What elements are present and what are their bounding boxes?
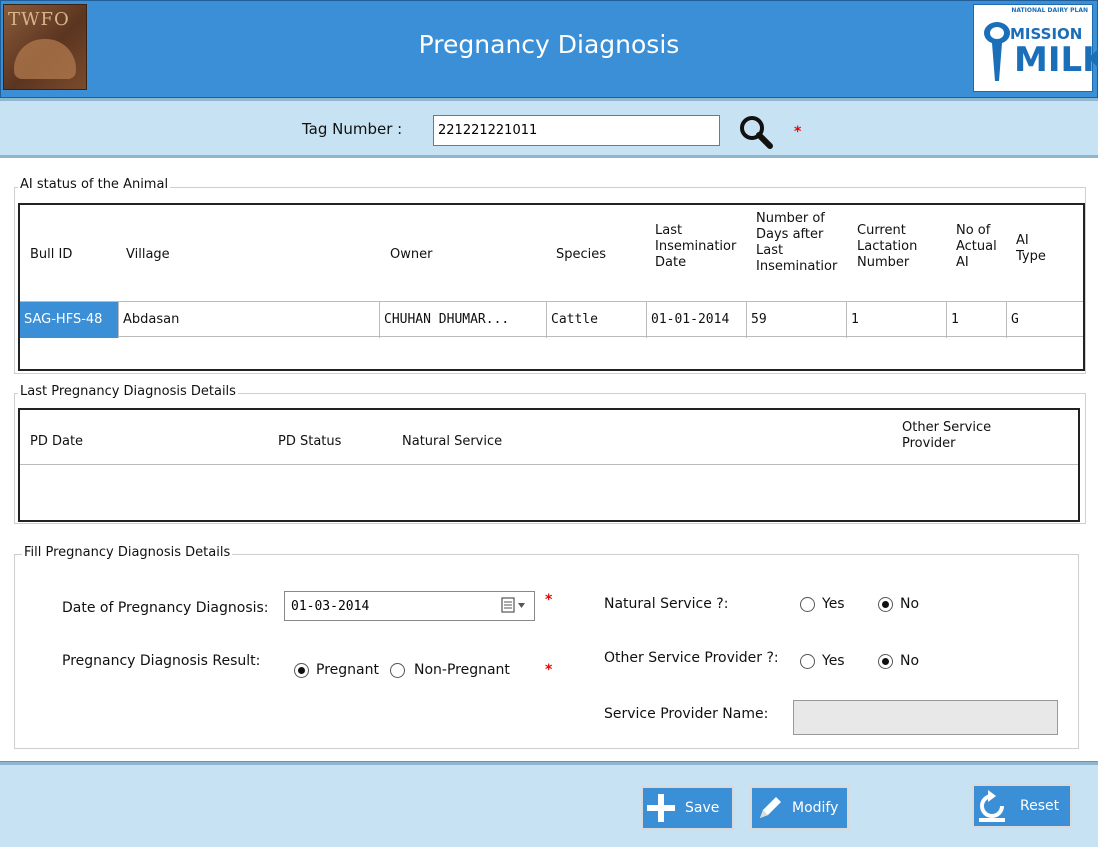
other-provider-label: Other Service Provider ?:: [604, 650, 779, 666]
header-line: Bull ID: [30, 247, 73, 262]
footer-bar: [0, 765, 1098, 847]
tag-number-input[interactable]: [433, 115, 720, 146]
pd-result-label: Pregnancy Diagnosis Result:: [62, 653, 261, 669]
header-line: Actual: [956, 239, 997, 254]
col-header-species[interactable]: Species: [556, 247, 606, 263]
header-line: Other Service: [902, 420, 992, 435]
grid-divider: [20, 464, 1078, 465]
last-pd-grid: PD Date PD Status Natural Service Other …: [18, 408, 1080, 522]
pd-date-label: Date of Pregnancy Diagnosis:: [62, 600, 269, 616]
last-pd-legend: Last Pregnancy Diagnosis Details: [18, 384, 238, 399]
milk-drop-icon: [984, 22, 1010, 81]
radio-non-pregnant[interactable]: [390, 663, 405, 678]
col-header-ai-type[interactable]: AI Type: [1016, 233, 1046, 265]
header-line: Inseminatior: [756, 259, 838, 274]
header-line: Current: [857, 223, 906, 238]
col-header-days-after[interactable]: Number of Days after Last Inseminatior: [756, 211, 837, 275]
radio-other-no[interactable]: [878, 654, 893, 669]
plus-icon: [643, 788, 679, 828]
header-line: No of: [956, 223, 991, 238]
col-header-village[interactable]: Village: [126, 247, 170, 263]
radio-pregnant[interactable]: [294, 663, 309, 678]
radio-natural-no[interactable]: [878, 597, 893, 612]
cell-lactation[interactable]: 1: [847, 302, 947, 338]
header-line: Number of: [756, 211, 825, 226]
col-header-pd-date[interactable]: PD Date: [30, 434, 83, 450]
col-header-bull-id[interactable]: Bull ID: [30, 247, 72, 263]
sp-name-input[interactable]: [793, 700, 1058, 735]
col-header-lactation[interactable]: Current Lactation Number: [857, 223, 917, 271]
cell-insemination-date[interactable]: 01-01-2014: [647, 302, 747, 338]
fill-pd-legend: Fill Pregnancy Diagnosis Details: [22, 545, 233, 560]
logo-tagline: NATIONAL DAIRY PLAN: [1011, 7, 1088, 14]
col-header-owner[interactable]: Owner: [390, 247, 432, 263]
header-line: AI: [956, 255, 969, 270]
reset-button-label: Reset: [1020, 798, 1060, 814]
header-line: Type: [1016, 249, 1046, 264]
header-line: Number: [857, 255, 910, 270]
seal-logo-text: TWFO: [8, 9, 70, 30]
header-line: Village: [126, 247, 170, 262]
header-line: Days after: [756, 227, 824, 242]
header-line: Last: [655, 223, 683, 238]
refresh-icon: [974, 786, 1010, 826]
save-button-label: Save: [685, 800, 720, 816]
modify-button[interactable]: Modify: [750, 786, 849, 830]
required-marker: *: [545, 592, 553, 608]
reset-button[interactable]: Reset: [972, 784, 1072, 828]
calendar-icon: [501, 597, 525, 613]
header-line: Lactation: [857, 239, 918, 254]
cell-village[interactable]: Abdasan: [119, 302, 380, 338]
cell-owner[interactable]: CHUHAN DHUMAR...: [380, 302, 547, 338]
table-row[interactable]: SAG-HFS-48 Abdasan CHUHAN DHUMAR... Catt…: [20, 301, 1083, 338]
pd-date-input[interactable]: [284, 591, 535, 621]
radio-natural-yes[interactable]: [800, 597, 815, 612]
ai-status-grid: Bull ID Village Owner Species Last Insem…: [18, 203, 1085, 371]
col-header-other-provider[interactable]: Other Service Provider: [902, 420, 991, 452]
radio-other-yes[interactable]: [800, 654, 815, 669]
cell-days-after[interactable]: 59: [747, 302, 847, 338]
cell-ai-type[interactable]: G: [1007, 302, 1083, 338]
header-line: Inseminatior: [655, 239, 737, 254]
search-icon: [740, 116, 773, 149]
cell-actual-ai[interactable]: 1: [947, 302, 1007, 338]
cell-bull-id[interactable]: SAG-HFS-48: [20, 302, 119, 338]
required-marker: *: [545, 662, 553, 678]
col-header-actual-ai[interactable]: No of Actual AI: [956, 223, 997, 271]
mission-milk-logo: NATIONAL DAIRY PLAN MISSION MILK: [973, 4, 1098, 92]
tag-number-label: Tag Number :: [302, 120, 403, 138]
page-title: Pregnancy Diagnosis: [418, 30, 680, 59]
header-line: Natural Service: [402, 434, 503, 449]
radio-natural-yes-label: Yes: [822, 596, 845, 612]
radio-other-no-label: No: [900, 653, 920, 669]
header-line: Provider: [902, 436, 956, 451]
radio-pregnant-label: Pregnant: [316, 662, 379, 678]
radio-non-pregnant-label: Non-Pregnant: [414, 662, 510, 678]
calendar-button[interactable]: [500, 596, 530, 616]
header-line: PD Date: [30, 434, 84, 449]
sp-name-label: Service Provider Name:: [604, 706, 769, 722]
save-button[interactable]: Save: [641, 786, 734, 830]
col-header-pd-status[interactable]: PD Status: [278, 434, 341, 450]
logo-line2: MILK: [1014, 40, 1098, 80]
pencil-icon: [752, 788, 788, 828]
col-header-natural-service[interactable]: Natural Service: [402, 434, 502, 450]
cell-species[interactable]: Cattle: [547, 302, 647, 338]
modify-button-label: Modify: [792, 800, 839, 816]
header-line: Last: [756, 243, 784, 258]
header-line: AI: [1016, 233, 1029, 248]
header-line: PD Status: [278, 434, 342, 449]
search-button[interactable]: [738, 114, 774, 150]
header-line: Date: [655, 255, 687, 270]
radio-other-yes-label: Yes: [822, 653, 845, 669]
required-marker: *: [794, 124, 802, 140]
header-line: Owner: [390, 247, 433, 262]
col-header-last-insemination-date[interactable]: Last Inseminatior Date: [655, 223, 736, 271]
radio-natural-no-label: No: [900, 596, 920, 612]
natural-service-label: Natural Service ?:: [604, 596, 729, 612]
header-line: Species: [556, 247, 607, 262]
ai-status-legend: AI status of the Animal: [18, 177, 171, 192]
